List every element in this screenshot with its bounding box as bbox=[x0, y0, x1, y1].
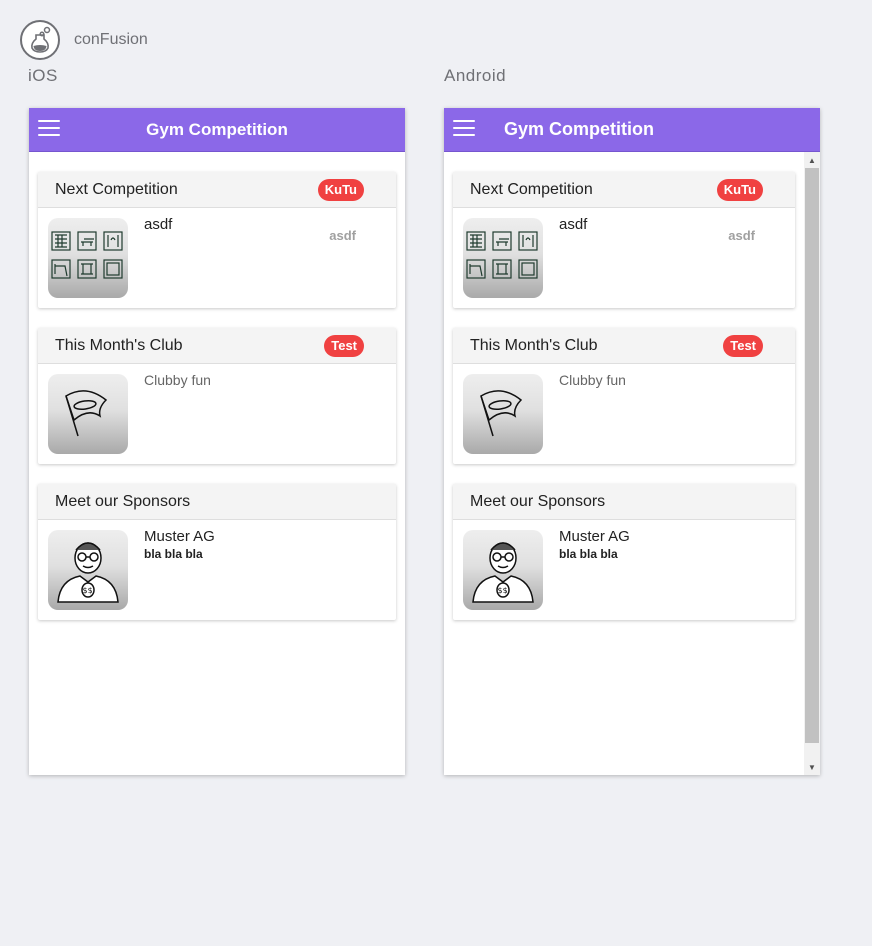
card-header: Meet our Sponsors bbox=[38, 484, 396, 520]
item-title: Muster AG bbox=[144, 528, 215, 545]
card-body: asdf asdf bbox=[453, 208, 795, 308]
app-title: conFusion bbox=[74, 31, 148, 48]
card-header: Next Competition KuTu bbox=[38, 172, 396, 208]
toolbar-title: Gym Competition bbox=[146, 119, 288, 139]
item-title: Muster AG bbox=[559, 528, 630, 545]
card-header: Next Competition KuTu bbox=[453, 172, 795, 208]
card-header-label: Meet our Sponsors bbox=[470, 492, 606, 510]
card-body: Clubby fun bbox=[453, 364, 795, 464]
flask-logo-icon bbox=[20, 20, 60, 60]
android-preview: Gym Competition Next Competition KuTu as… bbox=[444, 108, 820, 775]
card-this-months-club[interactable]: This Month's Club Test Clubby fun bbox=[453, 328, 795, 464]
flag-icon bbox=[48, 374, 128, 454]
card-next-competition[interactable]: Next Competition KuTu asdf asdf bbox=[38, 172, 396, 308]
status-badge: Test bbox=[324, 335, 364, 357]
card-header-label: This Month's Club bbox=[470, 336, 598, 354]
toolbar: Gym Competition bbox=[29, 108, 405, 152]
sponsor-person-icon: $$ bbox=[48, 530, 128, 610]
svg-text:$$: $$ bbox=[498, 586, 508, 595]
ios-label: iOS bbox=[28, 66, 58, 85]
card-list: Next Competition KuTu asdf asdf This Mon… bbox=[29, 152, 405, 775]
app-header: conFusion bbox=[20, 20, 148, 60]
svg-text:$$: $$ bbox=[83, 586, 93, 595]
card-body: $$ Muster AG bla bla bla bbox=[38, 520, 396, 620]
toolbar-title: Gym Competition bbox=[504, 119, 655, 139]
flag-icon bbox=[463, 374, 543, 454]
card-body: Clubby fun bbox=[38, 364, 396, 464]
status-badge: KuTu bbox=[317, 179, 364, 201]
item-note: asdf bbox=[329, 228, 356, 243]
gym-apparatus-icon bbox=[463, 218, 543, 298]
ios-preview: Gym Competition Next Competition KuTu as… bbox=[29, 108, 405, 775]
scroll-down-arrow-icon[interactable]: ▼ bbox=[804, 759, 820, 775]
toolbar: Gym Competition bbox=[444, 108, 820, 152]
scrollbar[interactable]: ▲ ▼ bbox=[804, 152, 820, 775]
item-note: asdf bbox=[728, 228, 755, 243]
item-detail: bla bla bla bbox=[144, 547, 203, 561]
sponsor-person-icon: $$ bbox=[463, 530, 543, 610]
card-header: Meet our Sponsors bbox=[453, 484, 795, 520]
card-body: asdf asdf bbox=[38, 208, 396, 308]
item-subtitle: Clubby fun bbox=[144, 372, 211, 388]
card-header-label: Meet our Sponsors bbox=[55, 492, 191, 510]
scrollbar-thumb[interactable] bbox=[805, 168, 819, 743]
gym-apparatus-icon bbox=[48, 218, 128, 298]
card-header-label: This Month's Club bbox=[55, 336, 183, 354]
card-this-months-club[interactable]: This Month's Club Test Clubby fun bbox=[38, 328, 396, 464]
card-meet-our-sponsors[interactable]: Meet our Sponsors $$ Muster AG bla bla b… bbox=[38, 484, 396, 620]
card-list: Next Competition KuTu asdf asdf This Mon… bbox=[444, 152, 804, 775]
card-header: This Month's Club Test bbox=[453, 328, 795, 364]
android-label: Android bbox=[444, 66, 507, 85]
menu-icon[interactable] bbox=[453, 120, 475, 140]
status-badge: KuTu bbox=[716, 179, 763, 201]
card-meet-our-sponsors[interactable]: Meet our Sponsors $$ Muster AG bla bla b… bbox=[453, 484, 795, 620]
item-title: asdf bbox=[559, 216, 588, 233]
card-header-label: Next Competition bbox=[470, 180, 593, 198]
item-detail: bla bla bla bbox=[559, 547, 618, 561]
status-badge: Test bbox=[723, 335, 763, 357]
item-title: asdf bbox=[144, 216, 173, 233]
item-subtitle: Clubby fun bbox=[559, 372, 626, 388]
card-header-label: Next Competition bbox=[55, 180, 178, 198]
card-header: This Month's Club Test bbox=[38, 328, 396, 364]
card-next-competition[interactable]: Next Competition KuTu asdf asdf bbox=[453, 172, 795, 308]
card-body: $$ Muster AG bla bla bla bbox=[453, 520, 795, 620]
scroll-up-arrow-icon[interactable]: ▲ bbox=[804, 152, 820, 168]
